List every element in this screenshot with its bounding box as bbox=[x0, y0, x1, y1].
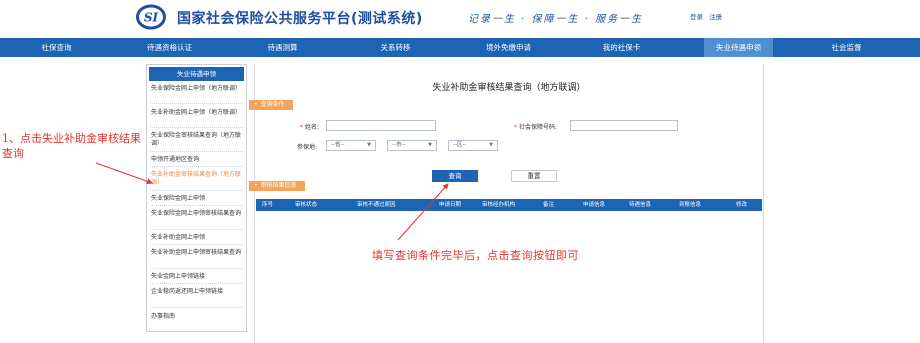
sidebar-item-guide[interactable]: 办事指南 bbox=[151, 313, 243, 321]
main-nav: 社保查询 待遇资格认证 待遇测算 关系转移 境外免缴申请 我的社保卡 失业待遇申… bbox=[0, 38, 920, 57]
svg-text:SI: SI bbox=[144, 11, 159, 25]
register-link[interactable]: 注册 bbox=[709, 13, 722, 21]
city-select[interactable]: --市-- ▼ bbox=[387, 140, 437, 151]
nav-item-unemployment-benefits[interactable]: 失业待遇申领 bbox=[704, 38, 773, 57]
table-header-cell: 修改 bbox=[736, 202, 748, 208]
reset-button[interactable]: 重置 bbox=[511, 170, 557, 182]
chevron-down-icon: ▼ bbox=[367, 142, 371, 148]
sidebar-item-open-region-query[interactable]: 申领开通地区查询 bbox=[151, 156, 243, 164]
sidebar-divider bbox=[150, 166, 243, 167]
nav-item-benefit-calculation[interactable]: 待遇测算 bbox=[226, 38, 339, 57]
sidebar-divider bbox=[150, 151, 243, 152]
sidebar-divider bbox=[150, 127, 243, 128]
sidebar-item-insurance-apply-result[interactable]: 失业保险金网上申领审核结果查询 bbox=[151, 210, 243, 218]
name-label: * 姓名: bbox=[300, 124, 320, 131]
ssn-input[interactable] bbox=[570, 120, 678, 131]
annotation-left-note: 1、点击失业补助金审核结果查询 bbox=[2, 132, 141, 160]
ssn-label: * 社会保障号码: bbox=[514, 124, 558, 131]
sidebar-item-subsidy-apply-result[interactable]: 失业补助金网上申领审核结果查询 bbox=[151, 249, 243, 257]
table-header-cell: 申请信息 bbox=[583, 202, 606, 208]
query-section-label: 查询条件 bbox=[249, 100, 293, 110]
chevron-down-icon: ▼ bbox=[489, 142, 493, 148]
site-slogan: 记录一生 · 保障一生 · 服务一生 bbox=[468, 14, 644, 25]
chevron-down-icon: ▼ bbox=[428, 142, 432, 148]
sidebar-divider bbox=[150, 244, 243, 245]
sidebar-divider bbox=[150, 283, 243, 284]
page-header: SI 国家社会保险公共服务平台(测试系统) 记录一生 · 保障一生 · 服务一生… bbox=[0, 0, 920, 38]
query-button[interactable]: 查询 bbox=[432, 170, 478, 182]
district-select[interactable]: --区-- ▼ bbox=[448, 140, 498, 151]
annotation-bottom-note: 填写查询条件完毕后，点击查询按钮即可 bbox=[372, 249, 579, 262]
table-header-cell: 备注 bbox=[543, 202, 555, 208]
table-header-cell: 审核经办机构 bbox=[482, 202, 516, 208]
name-input[interactable] bbox=[326, 120, 436, 131]
table-header-cell: 审核不通过原因 bbox=[357, 202, 396, 208]
page-title: 失业补助金审核结果查询（地方联调） bbox=[432, 83, 586, 93]
sidebar-item-insurance-apply[interactable]: 失业保险金网上申领 bbox=[151, 195, 243, 203]
province-select[interactable]: --省-- ▼ bbox=[326, 140, 376, 151]
table-header-cell: 序号 bbox=[262, 202, 274, 208]
nav-item-transfer[interactable]: 关系转移 bbox=[339, 38, 452, 57]
table-header-cell: 待遇信息 bbox=[629, 202, 652, 208]
nav-item-benefit-qualification[interactable]: 待遇资格认证 bbox=[113, 38, 226, 57]
sidebar-divider bbox=[150, 205, 243, 206]
sidebar-divider bbox=[150, 190, 243, 191]
sidebar-items: 失业保险金网上申领（地方联调） 失业补助金网上申领（地方联调） 失业保险金审核结… bbox=[146, 64, 247, 332]
result-section-label: 审核结果信息 bbox=[249, 181, 305, 191]
table-header-cell: 到账信息 bbox=[679, 202, 702, 208]
arrow-to-sidebar-item bbox=[95, 162, 153, 185]
top-links: 登录 注册 bbox=[690, 11, 726, 21]
sidebar-divider bbox=[150, 307, 243, 308]
table-header-cell: 申请日期 bbox=[439, 202, 462, 208]
result-table-header: 序号 审核状态 审核不通过原因 申请日期 审核经办机构 备注 申请信息 待遇信息… bbox=[256, 199, 762, 211]
sidebar-item-subsidy-result-local[interactable]: 失业补助金审核结果查询（地方联调） bbox=[151, 171, 243, 186]
sidebar-divider bbox=[150, 268, 243, 269]
nav-item-overseas-exemption[interactable]: 境外免缴申请 bbox=[452, 38, 565, 57]
site-title: 国家社会保险公共服务平台(测试系统) bbox=[177, 11, 423, 27]
nav-item-supervision[interactable]: 社会监督 bbox=[773, 38, 920, 57]
table-header-cell: 审核状态 bbox=[295, 202, 318, 208]
nav-item-social-security-query[interactable]: 社保查询 bbox=[0, 38, 113, 57]
social-security-logo-icon: SI bbox=[136, 4, 166, 30]
login-link[interactable]: 登录 bbox=[690, 13, 703, 21]
sidebar-item-job-stabilization-link[interactable]: 企业稳岗返还网上申领链接 bbox=[151, 288, 243, 296]
sidebar-divider bbox=[150, 103, 243, 104]
sidebar-item-subsidy-apply[interactable]: 失业补助金网上申领 bbox=[151, 234, 243, 242]
sidebar-item-apply-link[interactable]: 失业金网上申领链接 bbox=[151, 273, 243, 281]
sidebar-item-insurance-result-local[interactable]: 失业保险金审核结果查询（地方联调） bbox=[151, 132, 243, 147]
sidebar-item-subsidy-apply-local[interactable]: 失业补助金网上申领（地方联调） bbox=[151, 109, 243, 117]
sidebar-item-insurance-apply-local[interactable]: 失业保险金网上申领（地方联调） bbox=[151, 85, 243, 93]
sidebar-divider bbox=[150, 229, 243, 230]
nav-item-my-card[interactable]: 我的社保卡 bbox=[565, 38, 678, 57]
insured-place-label: 参保地: bbox=[297, 144, 318, 151]
